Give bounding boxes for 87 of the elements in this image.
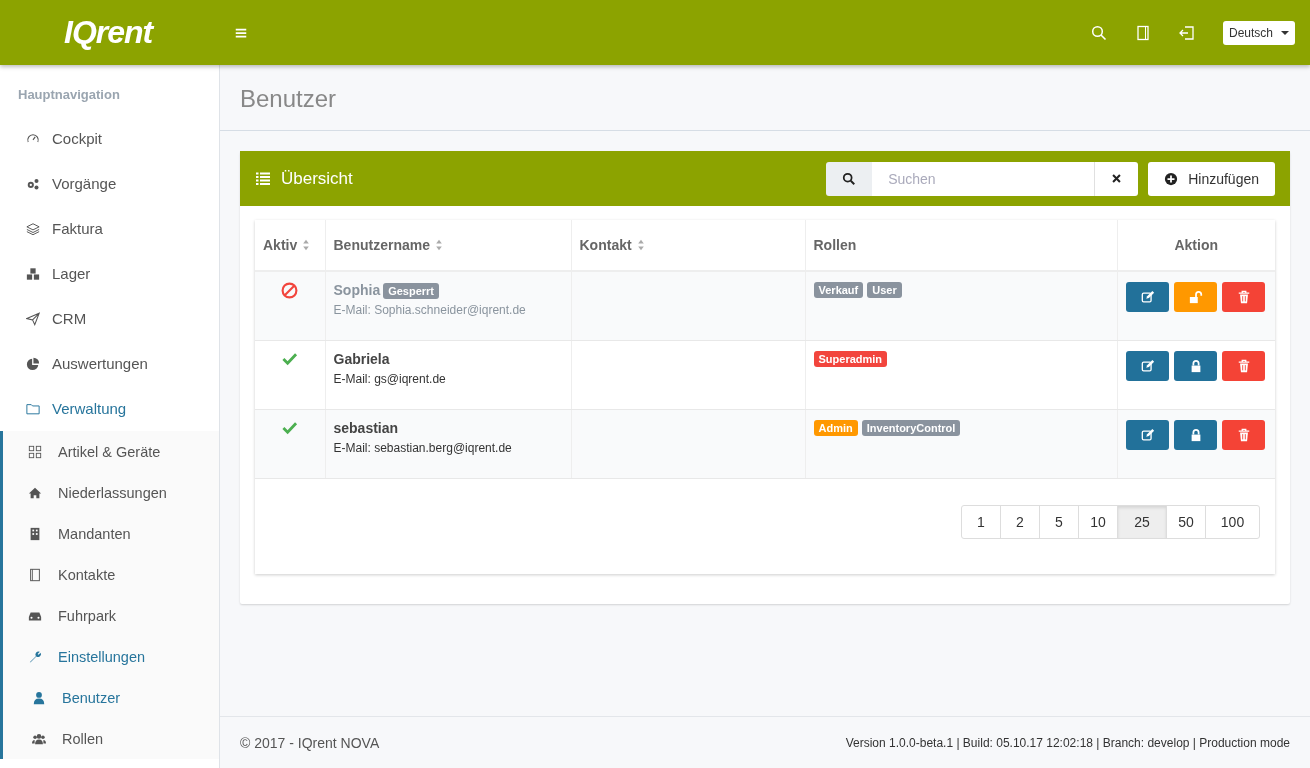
user-name: Sophia xyxy=(333,282,381,298)
user-name: Gabriela xyxy=(333,351,390,367)
delete-button[interactable] xyxy=(1222,351,1265,381)
role-tag: Admin xyxy=(813,420,858,436)
sidebar-item[interactable]: Mandanten xyxy=(3,513,219,554)
grid-icon xyxy=(28,444,42,459)
caret-icon xyxy=(1281,30,1289,35)
list-icon xyxy=(255,170,271,187)
edit-icon xyxy=(1140,359,1155,373)
search-icon xyxy=(842,171,857,186)
trash-icon xyxy=(1236,428,1251,442)
lock-button[interactable] xyxy=(1174,420,1217,450)
edit-button[interactable] xyxy=(1126,420,1169,450)
sidebar-item[interactable]: Einstellungen xyxy=(3,636,219,677)
building-icon xyxy=(28,526,42,541)
role-tag: InventoryControl xyxy=(861,420,961,436)
user-email: E-Mail: sebastian.berg@iqrent.de xyxy=(333,441,513,455)
search-field[interactable]: Suchen xyxy=(872,161,1095,196)
copyright: © 2017 - IQrent NOVA xyxy=(240,734,380,751)
role-tag: Superadmin xyxy=(813,351,888,367)
user-email: E-Mail: gs@iqrent.de xyxy=(333,372,447,386)
sidebar-item[interactable]: Niederlassungen xyxy=(3,472,219,513)
page-size-button[interactable]: 5 xyxy=(1039,505,1079,539)
edit-icon xyxy=(1140,290,1155,304)
close-icon xyxy=(1111,173,1123,184)
column-header: Aktion xyxy=(1174,237,1219,253)
layers-icon xyxy=(26,221,40,236)
user-email: E-Mail: Sophia.schneider@iqrent.de xyxy=(333,303,527,317)
page-title: Benutzer xyxy=(220,65,1310,131)
user-icon xyxy=(32,690,46,705)
plus-circle-icon xyxy=(1164,171,1179,186)
status-badge: Gesperrt xyxy=(383,283,440,299)
trash-icon xyxy=(1236,290,1251,304)
paper-plane-icon xyxy=(26,311,40,326)
search-button[interactable] xyxy=(826,161,873,196)
sidebar-item[interactable]: CRM xyxy=(0,296,219,341)
logout-button[interactable] xyxy=(1178,24,1195,41)
column-header: Rollen xyxy=(813,237,857,253)
logo: IQrent xyxy=(63,14,155,51)
sidebar-item[interactable]: Vorgänge xyxy=(0,161,219,206)
sidebar-item[interactable]: Auswertungen xyxy=(0,341,219,386)
delete-button[interactable] xyxy=(1222,420,1265,450)
edit-icon xyxy=(1140,428,1155,442)
home-icon xyxy=(28,485,42,500)
sidebar-item[interactable]: Lager xyxy=(0,251,219,296)
sidebar-item[interactable]: Benutzer xyxy=(3,677,219,718)
page-size-button[interactable]: 10 xyxy=(1078,505,1118,539)
delete-button[interactable] xyxy=(1222,282,1265,312)
add-button[interactable]: Hinzufügen xyxy=(1148,161,1275,196)
address-book-icon xyxy=(28,567,42,582)
cubes-icon xyxy=(26,266,40,281)
nav-heading: Hauptnavigation xyxy=(17,86,121,104)
sidebar-item[interactable]: Faktura xyxy=(0,206,219,251)
sidebar-item[interactable]: Fuhrpark xyxy=(3,595,219,636)
page-size-button[interactable]: 100 xyxy=(1205,505,1260,539)
address-book-icon xyxy=(1134,24,1151,41)
sidebar-item[interactable]: Artikel & Geräte xyxy=(3,431,219,472)
role-tag: User xyxy=(867,282,902,298)
unlock-icon xyxy=(1188,290,1203,304)
trash-icon xyxy=(1236,359,1251,373)
search-icon xyxy=(1090,24,1107,41)
page-size-button[interactable]: 2 xyxy=(1000,505,1040,539)
language-dropdown[interactable]: Deutsch xyxy=(1222,20,1295,45)
lock-button[interactable] xyxy=(1174,351,1217,381)
edit-button[interactable] xyxy=(1126,351,1169,381)
sidebar-item[interactable]: Verwaltung xyxy=(0,386,219,431)
gears-icon xyxy=(26,176,40,191)
address-book-button[interactable] xyxy=(1134,24,1151,41)
column-header[interactable]: Kontakt xyxy=(579,237,645,253)
version-info: Version 1.0.0-beta.1 | Build: 05.10.17 12:02:18 | Branch: develop | Production mode xyxy=(845,735,1290,750)
edit-button[interactable] xyxy=(1126,282,1169,312)
sidebar-item[interactable]: Kontakte xyxy=(3,554,219,595)
column-header[interactable]: Benutzername xyxy=(333,237,443,253)
panel-title: Übersicht xyxy=(281,168,353,189)
user-name: sebastian xyxy=(333,420,399,436)
pie-chart-icon xyxy=(26,356,40,371)
sidebar-item[interactable]: Rollen xyxy=(3,718,219,759)
page-size-button[interactable]: 25 xyxy=(1117,505,1167,539)
folder-icon xyxy=(26,401,40,416)
users-icon xyxy=(32,731,46,746)
role-tag: Verkauf xyxy=(813,282,864,298)
sidebar-item[interactable]: Cockpit xyxy=(0,116,219,161)
page-size-button[interactable]: 1 xyxy=(961,505,1001,539)
clear-button[interactable] xyxy=(1094,161,1139,196)
column-header[interactable]: Aktiv xyxy=(263,237,311,253)
page-size-button[interactable]: 50 xyxy=(1166,505,1206,539)
sign-out-icon xyxy=(1178,24,1195,41)
